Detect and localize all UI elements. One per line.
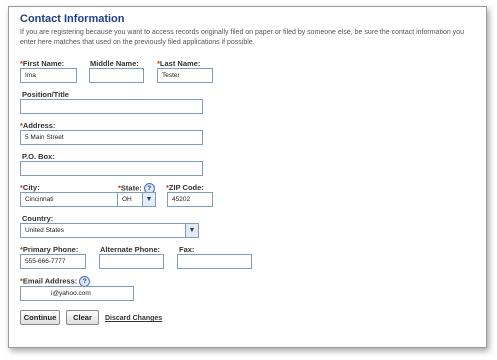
chevron-down-icon[interactable]: ▼ [142,193,155,206]
alternate-phone-input[interactable] [99,254,164,269]
state-select[interactable]: OH ▼ [117,192,156,207]
last-name-input[interactable]: Tester [157,68,213,83]
continue-button[interactable]: Continue [20,310,60,325]
first-name-input[interactable]: Ima [20,68,77,83]
last-name-label: *Last Name: [157,59,201,68]
middle-name-input[interactable] [89,68,144,83]
fax-input[interactable] [177,254,252,269]
city-input[interactable]: Cincinnati [20,192,132,207]
primary-phone-input[interactable]: 555-666-7777 [20,254,86,269]
country-select[interactable]: United States ▼ [20,223,199,238]
fax-label: Fax: [179,245,195,254]
chevron-down-icon[interactable]: ▼ [185,224,198,237]
discard-changes-link[interactable]: Discard Changes [105,315,162,322]
first-name-label: *First Name: [20,59,65,68]
po-box-label: P.O. Box: [22,152,55,161]
clear-button[interactable]: Clear [66,310,99,325]
primary-phone-label: *Primary Phone: [20,245,79,254]
address-input[interactable]: 5 Main Street [20,130,203,145]
city-label: *City: [20,183,40,192]
po-box-input[interactable] [20,161,203,176]
middle-name-label: Middle Name: [90,59,139,68]
email-input[interactable]: i@yahoo.com [20,286,134,301]
zip-input[interactable]: 45202 [167,192,213,207]
address-label: *Address: [20,121,56,130]
position-title-input[interactable] [20,99,203,114]
country-label: Country: [22,214,54,223]
zip-label: *ZIP Code: [166,183,204,192]
section-title: Contact Information [20,13,125,25]
section-description: If you are registering because you want … [20,29,464,46]
position-title-label: Position/Title [22,90,69,99]
alternate-phone-label: Alternate Phone: [100,245,161,254]
